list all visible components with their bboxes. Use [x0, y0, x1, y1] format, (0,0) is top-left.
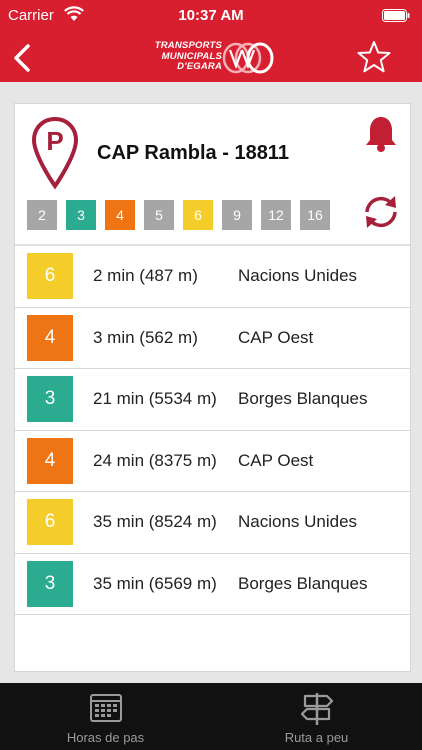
arrival-row[interactable]: 4 3 min (562 m) CAP Oest — [15, 308, 410, 369]
clock: 10:37 AM — [178, 7, 244, 24]
line-badge: 4 — [27, 314, 73, 361]
battery-icon — [382, 9, 410, 26]
arrival-row[interactable]: 4 24 min (8375 m) CAP Oest — [15, 431, 410, 492]
tab-bar: Horas de pas Ruta a peu — [0, 683, 422, 750]
arrival-destination: Nacions Unides — [238, 512, 358, 531]
line-filter-chip[interactable]: 16 — [300, 200, 330, 230]
line-filter-chip[interactable]: 4 — [105, 200, 135, 230]
arrival-row[interactable]: 6 2 min (487 m) Nacions Unides — [15, 246, 410, 308]
arrival-eta: 35 min (6569 m) — [93, 573, 217, 593]
arrival-eta: 24 min (8375 m) — [93, 450, 217, 470]
line-filter-chip[interactable]: 6 — [183, 200, 213, 230]
tab-horas-de-pas[interactable]: Horas de pas — [0, 683, 211, 750]
bell-icon — [366, 117, 396, 152]
logo-text: TRANSPORTS MUNICIPALS D'EGARA — [154, 40, 222, 72]
chevron-left-icon — [14, 44, 30, 72]
arrival-row[interactable]: 3 21 min (5534 m) Borges Blanques — [15, 369, 410, 431]
parking-pin-icon: P — [31, 116, 79, 190]
line-badge: 3 — [27, 376, 73, 422]
calendar-icon — [89, 694, 122, 722]
star-icon — [357, 41, 391, 73]
line-filter-chip[interactable]: 3 — [66, 200, 96, 230]
arrival-destination: Nacions Unides — [238, 266, 358, 285]
svg-text:P: P — [46, 126, 63, 156]
arrival-row[interactable]: 3 35 min (6569 m) Borges Blanques — [15, 554, 410, 615]
arrival-destination: Borges Blanques — [238, 389, 368, 408]
line-filters: 2 3 4 5 6 9 12 16 — [27, 200, 339, 230]
notification-bell-button[interactable] — [364, 114, 398, 159]
arrival-destination: CAP Oest — [238, 450, 314, 470]
stop-card: P CAP Rambla - 18811 2 3 4 5 6 9 12 16 62 min (… — [14, 103, 411, 672]
tme-logo: TRANSPORTS MUNICIPALS D'EGARA — [140, 40, 285, 76]
line-filter-chip[interactable]: 2 — [27, 200, 57, 230]
tab-label: Horas de pas — [66, 730, 145, 745]
refresh-button[interactable] — [361, 192, 401, 237]
line-badge: 4 — [27, 437, 73, 484]
line-badge: 6 — [27, 499, 73, 545]
line-filter-chip[interactable]: 12 — [261, 200, 291, 230]
arrival-eta: 21 min (5534 m) — [93, 389, 217, 408]
stop-header: P CAP Rambla - 18811 2 3 4 5 6 9 12 16 — [15, 104, 410, 244]
arrival-eta: 3 min (562 m) — [93, 327, 198, 347]
line-badge: 6 — [27, 253, 73, 299]
stop-title: CAP Rambla - 18811 — [97, 142, 289, 164]
arrival-destination: CAP Oest — [238, 327, 314, 347]
arrival-destination: Borges Blanques — [238, 573, 368, 593]
arrivals-list: 6 2 min (487 m) Nacions Unides 4 3 min (562 … — [15, 246, 410, 615]
arrival-row[interactable]: 6 35 min (8524 m) Nacions Unides — [15, 492, 410, 554]
nav-bar: TRANSPORTS MUNICIPALS D'EGARA — [0, 32, 422, 82]
line-filter-chip[interactable]: 9 — [222, 200, 252, 230]
arrival-eta: 35 min (8524 m) — [93, 512, 217, 531]
line-filter-chip[interactable]: 5 — [144, 200, 174, 230]
arrival-eta: 2 min (487 m) — [93, 266, 198, 285]
favorite-button[interactable] — [356, 39, 392, 75]
logo-mark-icon — [222, 42, 274, 74]
refresh-icon — [365, 196, 397, 228]
status-bar: Carrier 10:37 AM — [0, 0, 422, 32]
back-button[interactable] — [6, 38, 42, 76]
tab-ruta-a-peu[interactable]: Ruta a peu — [211, 683, 422, 750]
line-badge: 3 — [27, 560, 73, 607]
tab-label: Ruta a peu — [284, 730, 349, 745]
signpost-icon — [300, 693, 333, 725]
